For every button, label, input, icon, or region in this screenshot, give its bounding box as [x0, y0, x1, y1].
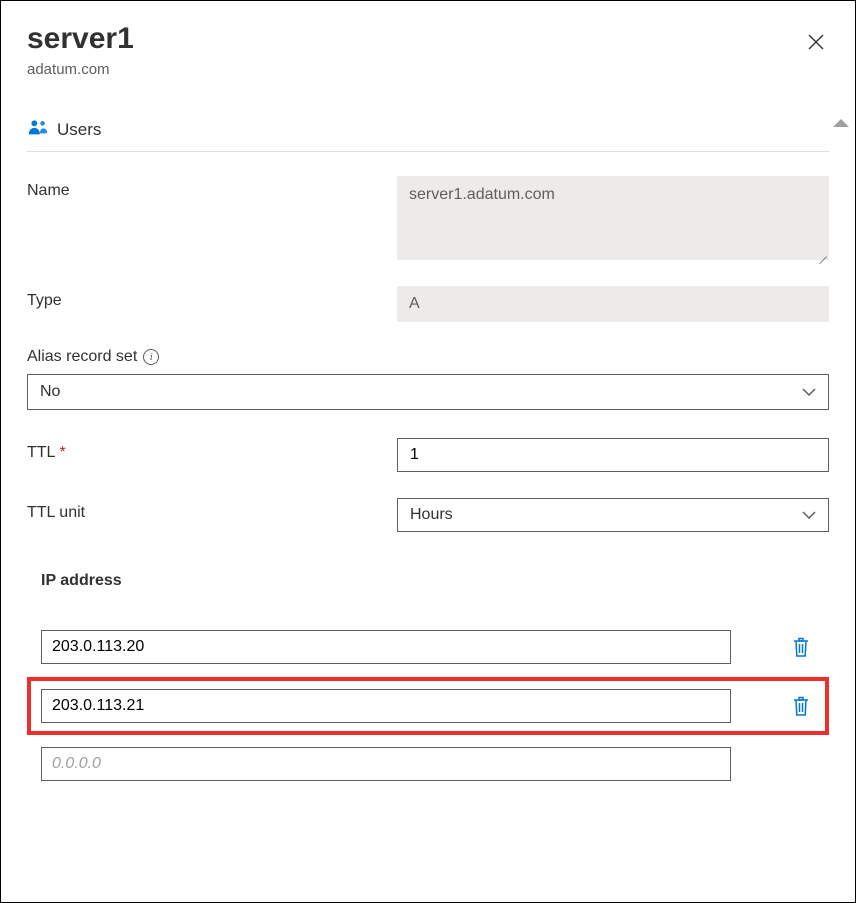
name-label: Name [27, 176, 397, 200]
ip-heading: IP address [41, 572, 829, 590]
chevron-down-icon [802, 511, 816, 520]
ip-input[interactable] [41, 689, 731, 723]
alias-label: Alias record set [27, 348, 137, 366]
tab-users[interactable]: Users [57, 120, 101, 140]
chevron-down-icon [802, 388, 816, 397]
delete-ip-button[interactable] [787, 632, 815, 662]
panel-title: server1 [27, 21, 134, 57]
scroll-up-indicator[interactable] [833, 119, 849, 127]
ip-input-new[interactable] [41, 747, 731, 781]
info-icon[interactable]: i [143, 349, 159, 365]
trash-icon [791, 695, 811, 717]
resize-handle[interactable] [815, 246, 827, 258]
panel-header: server1 adatum.com [27, 21, 829, 78]
type-label: Type [27, 286, 397, 310]
trash-icon [791, 636, 811, 658]
ip-address-section: IP address [27, 572, 829, 793]
name-field: server1.adatum.com [397, 176, 829, 260]
ip-row-highlighted [27, 677, 829, 735]
ttl-input[interactable] [397, 438, 829, 472]
ttl-label: TTL* [27, 438, 397, 462]
close-button[interactable] [803, 29, 829, 59]
ip-row [27, 618, 829, 677]
delete-ip-button[interactable] [787, 691, 815, 721]
panel-subtitle: adatum.com [27, 61, 134, 78]
close-icon [807, 33, 825, 51]
ip-row-new [27, 735, 829, 793]
tab-bar: Users [27, 118, 829, 152]
users-icon [27, 118, 49, 141]
ip-input[interactable] [41, 630, 731, 664]
record-form: Name server1.adatum.com Type A Alias rec… [27, 176, 829, 793]
ttl-unit-label: TTL unit [27, 498, 397, 522]
alias-select[interactable]: No [27, 374, 829, 410]
ttl-unit-select[interactable]: Hours [397, 498, 829, 532]
type-field: A [397, 286, 829, 322]
